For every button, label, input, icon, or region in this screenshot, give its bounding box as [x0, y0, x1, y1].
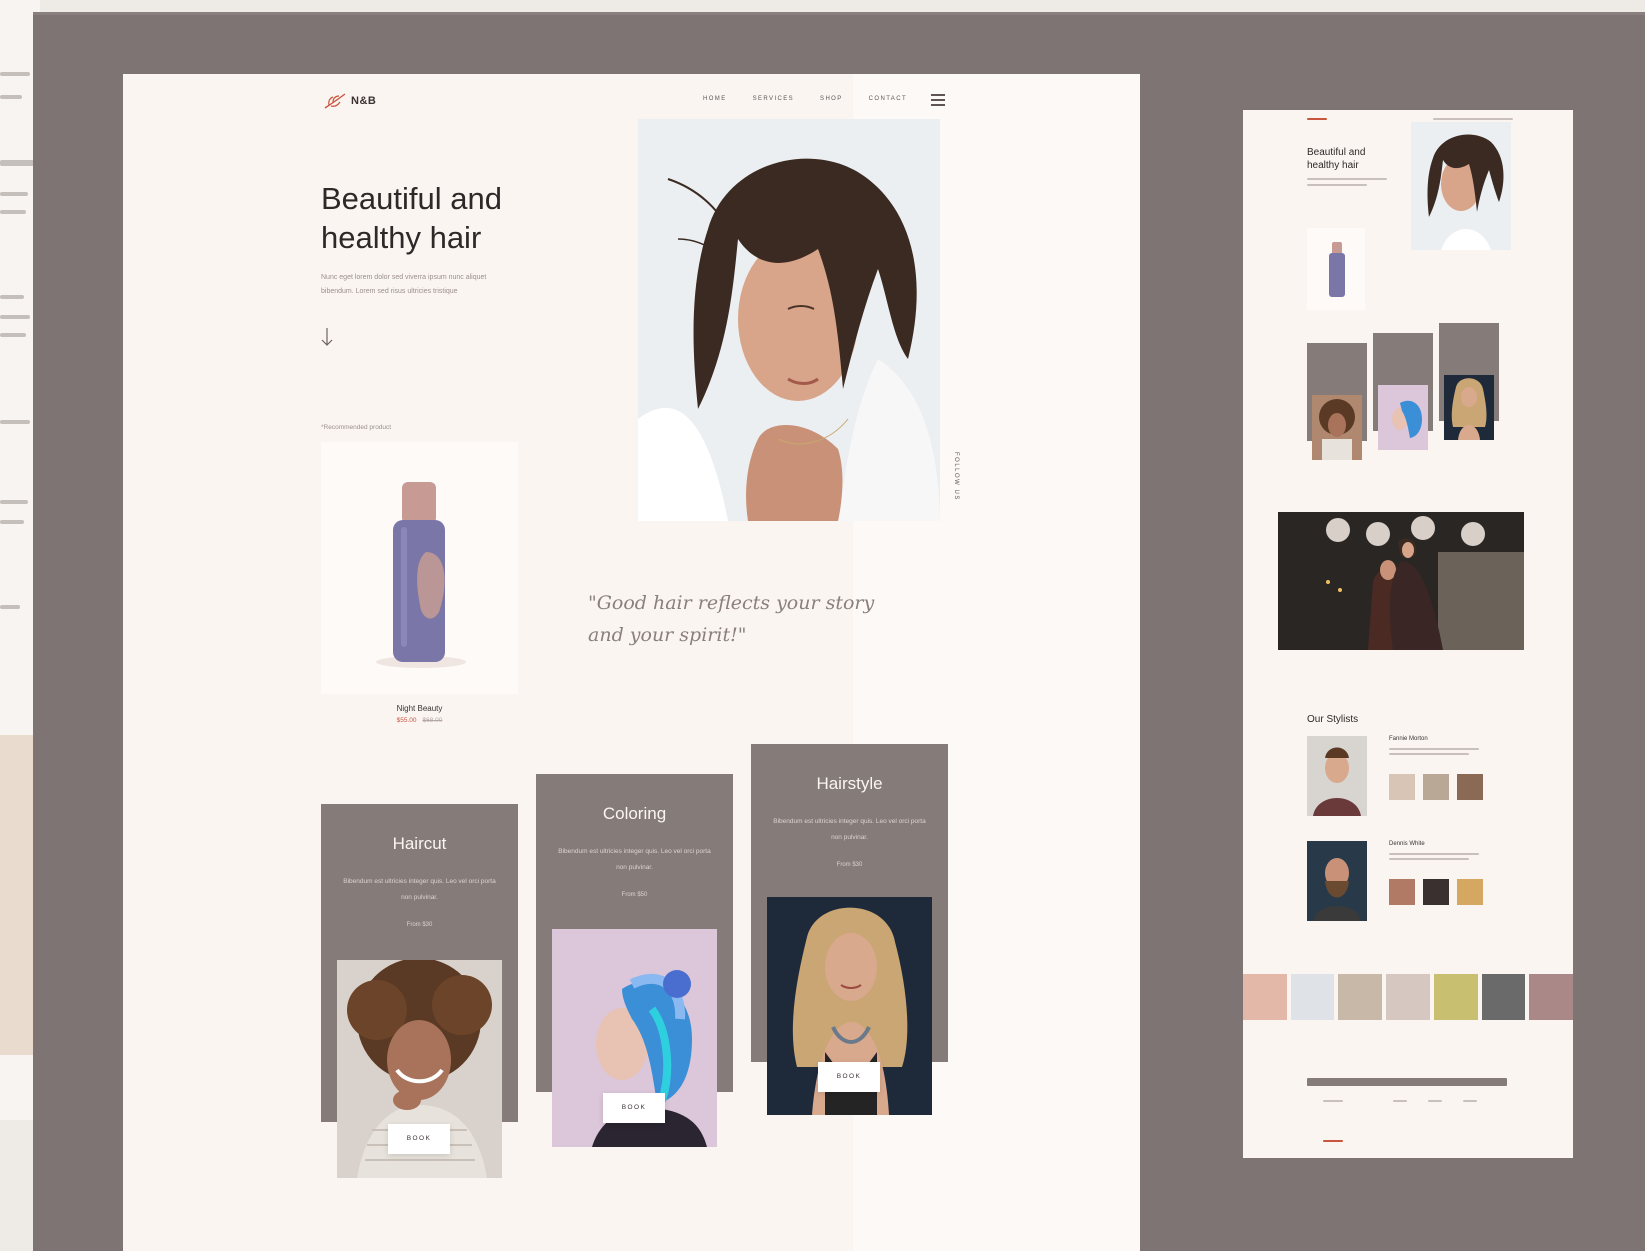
preview-stylist-name: Fannie Morton	[1389, 736, 1428, 742]
service-price: From $30	[836, 862, 863, 868]
preview-gallery-thumb	[1389, 774, 1415, 800]
preview-service-photo	[1444, 375, 1494, 440]
desktop-page: N&B HOME SERVICES SHOP CONTACT Beautiful…	[123, 74, 1140, 1251]
preview-gallery-thumb	[1457, 774, 1483, 800]
preview-nav	[1433, 118, 1513, 120]
brand-name: N&B	[351, 95, 377, 107]
hero-description: Nunc eget lorem dolor sed viverra ipsum …	[321, 271, 561, 299]
preview-gallery-thumb	[1423, 774, 1449, 800]
book-button-haircut[interactable]: BOOK	[388, 1124, 450, 1154]
service-title: Hairstyle	[816, 774, 883, 793]
preview-service-photo	[1312, 395, 1362, 460]
service-price: From $30	[406, 922, 433, 928]
product-bottle-image	[376, 482, 466, 668]
preview-gallery-thumb	[1389, 879, 1415, 905]
service-title: Haircut	[392, 834, 447, 853]
brand-quote: "Good hair reflects your story and your …	[588, 587, 908, 651]
preview-text	[1389, 853, 1479, 855]
main-nav: HOME SERVICES SHOP CONTACT	[703, 96, 907, 102]
logo[interactable]: N&B	[323, 92, 376, 110]
preview-title-line-1: Beautiful and	[1307, 147, 1366, 158]
preview-instagram-strip	[1243, 974, 1573, 1020]
preview-stylist-photo	[1307, 841, 1367, 921]
product-old-price: $68.00	[422, 717, 443, 724]
preview-footer-text	[1428, 1100, 1442, 1102]
preview-product-card	[1307, 228, 1365, 310]
preview-text	[1389, 753, 1469, 755]
service-title: Coloring	[602, 804, 667, 823]
service-description: Bibendum est ultricies integer quis. Leo…	[773, 818, 926, 841]
leaf-logo-icon	[324, 93, 346, 109]
hamburger-menu-icon[interactable]	[931, 94, 945, 106]
product-name[interactable]: Night Beauty	[321, 704, 518, 713]
product-sale-price: $55.00	[396, 717, 417, 724]
preview-logo	[1307, 118, 1327, 120]
preview-newsletter-bar	[1307, 1078, 1507, 1086]
preview-salon-photo	[1278, 512, 1524, 650]
nav-item-services[interactable]: SERVICES	[753, 96, 794, 102]
preview-hero-title: Beautiful and healthy hair	[1307, 146, 1365, 172]
hero-title: Beautiful and healthy hair	[321, 179, 601, 257]
woman-portrait-image	[638, 119, 940, 521]
preview-footer-logo	[1323, 1140, 1343, 1142]
preview-title-line-2: healthy hair	[1307, 160, 1359, 171]
product-card[interactable]	[321, 442, 518, 694]
mockup-stage: N&B HOME SERVICES SHOP CONTACT Beautiful…	[33, 12, 1645, 1251]
preview-stylist-photo	[1307, 736, 1367, 816]
hero-photo	[638, 119, 940, 521]
hero-title-line-2: healthy hair	[321, 220, 482, 255]
recommended-label: *Recommended product	[321, 424, 392, 431]
hero-title-line-1: Beautiful and	[321, 181, 502, 216]
preview-footer-text	[1393, 1100, 1407, 1102]
preview-footer-text	[1323, 1100, 1343, 1102]
product-price: $55.00 $68.00	[321, 717, 518, 724]
book-button-coloring[interactable]: BOOK	[603, 1093, 665, 1123]
arrow-down-icon[interactable]	[321, 327, 333, 347]
preview-text	[1307, 184, 1367, 186]
service-description: Bibendum est ultricies integer quis. Leo…	[558, 848, 711, 871]
preview-stylist-name: Dennis White	[1389, 841, 1425, 847]
preview-gallery-thumb	[1423, 879, 1449, 905]
quote-line-1: "Good hair reflects your story	[588, 592, 875, 614]
nav-item-shop[interactable]: SHOP	[820, 96, 843, 102]
hero-text-line-2: bibendum. Lorem sed risus ultricies tris…	[321, 288, 458, 295]
preview-stylists-heading: Our Stylists	[1307, 714, 1359, 725]
preview-footer-text	[1463, 1100, 1477, 1102]
preview-service-photo	[1378, 385, 1428, 450]
quote-line-2: and your spirit!"	[588, 624, 747, 646]
preview-text	[1389, 748, 1479, 750]
follow-us-link[interactable]: FOLLOW US	[953, 452, 959, 501]
nav-item-contact[interactable]: CONTACT	[869, 96, 907, 102]
page-preview-thumbnail: Beautiful and healthy hair Our Stylists …	[1243, 110, 1573, 1158]
nav-item-home[interactable]: HOME	[703, 96, 727, 102]
book-button-hairstyle[interactable]: BOOK	[818, 1062, 880, 1092]
preview-text	[1307, 178, 1387, 180]
service-price: From $50	[621, 892, 648, 898]
preview-gallery-thumb	[1457, 879, 1483, 905]
preview-text	[1389, 858, 1469, 860]
preview-hero-photo	[1411, 122, 1511, 250]
hero-text-line-1: Nunc eget lorem dolor sed viverra ipsum …	[321, 274, 487, 281]
service-description: Bibendum est ultricies integer quis. Leo…	[343, 878, 496, 901]
